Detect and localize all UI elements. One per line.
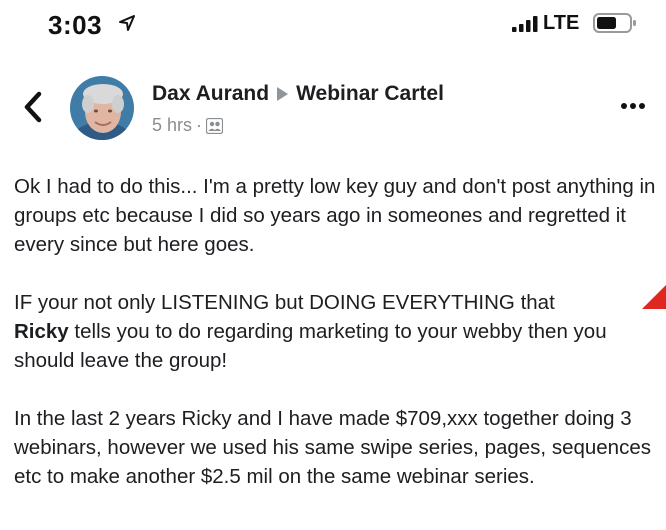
author-name[interactable]: Dax Aurand bbox=[152, 82, 269, 105]
post-author-line: Dax Aurand Webinar Cartel bbox=[152, 82, 444, 106]
more-options-icon[interactable] bbox=[620, 102, 646, 110]
group-name[interactable]: Webinar Cartel bbox=[296, 82, 444, 105]
location-arrow-icon bbox=[119, 15, 135, 31]
avatar[interactable] bbox=[70, 76, 134, 140]
cellular-signal-icon bbox=[512, 16, 538, 32]
meta-separator: · bbox=[196, 115, 203, 135]
paragraph-2-part-2: tells you to do regarding marketing to y… bbox=[14, 320, 607, 372]
post-body: Ok I had to do this... I'm a pretty low … bbox=[14, 172, 662, 520]
carrier-label: LTE bbox=[543, 12, 580, 34]
battery-icon bbox=[593, 13, 636, 33]
group-audience-icon bbox=[206, 118, 224, 134]
status-time: 3:03 bbox=[48, 10, 103, 40]
post-header: Dax Aurand Webinar Cartel 5 hrs · bbox=[0, 70, 666, 150]
post-paragraph-3: In the last 2 years Ricky and I have mad… bbox=[14, 407, 651, 488]
post-meta: 5 hrs · bbox=[152, 115, 224, 136]
mention-name[interactable]: Ricky bbox=[14, 320, 69, 343]
status-bar: 3:03 LTE bbox=[0, 0, 666, 50]
post-paragraph-1: Ok I had to do this... I'm a pretty low … bbox=[14, 175, 656, 256]
back-chevron-icon[interactable] bbox=[22, 90, 44, 124]
post-paragraph-2: IF your not only LISTENING but DOING EVE… bbox=[14, 288, 662, 375]
red-arrow-annotation-icon bbox=[642, 285, 666, 309]
play-arrow-icon bbox=[277, 86, 289, 101]
post-timestamp[interactable]: 5 hrs bbox=[152, 115, 192, 135]
paragraph-2-part-1: IF your not only LISTENING but DOING EVE… bbox=[14, 291, 555, 314]
